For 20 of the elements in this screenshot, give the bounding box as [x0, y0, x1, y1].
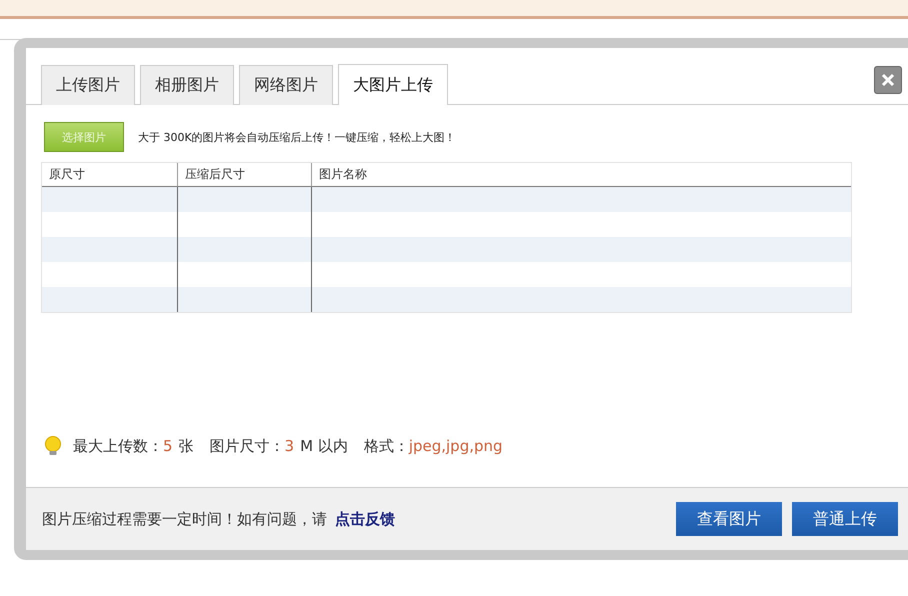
close-icon [881, 73, 895, 87]
limit-unit: M 以内 [300, 436, 348, 456]
limit-label: 最大上传数： [73, 436, 163, 456]
tab[interactable]: 上传图片 [41, 65, 135, 105]
feedback-link[interactable]: 点击反馈 [335, 510, 395, 528]
footer-note: 图片压缩过程需要一定时间！如有问题，请 [42, 510, 327, 528]
limit-label: 图片尺寸： [210, 436, 285, 456]
action-button[interactable]: 普通上传 [792, 502, 898, 536]
action-button[interactable]: 查看图片 [676, 502, 782, 536]
limit-unit: 张 [178, 436, 194, 456]
lightbulb-icon [43, 435, 63, 457]
upload-hint: 大于 300K的图片将会自动压缩后上传！一键压缩，轻松上大图！ [138, 130, 456, 144]
limit-value: jpeg,jpg,png [408, 437, 503, 455]
close-button[interactable] [874, 66, 902, 94]
limit-label: 格式： [364, 436, 409, 456]
limit-value: 5 [163, 437, 173, 455]
tab[interactable]: 网络图片 [239, 65, 333, 105]
tab[interactable]: 相册图片 [140, 65, 234, 105]
tab[interactable]: 大图片上传 [338, 64, 448, 105]
limit-value: 3 [284, 437, 294, 455]
